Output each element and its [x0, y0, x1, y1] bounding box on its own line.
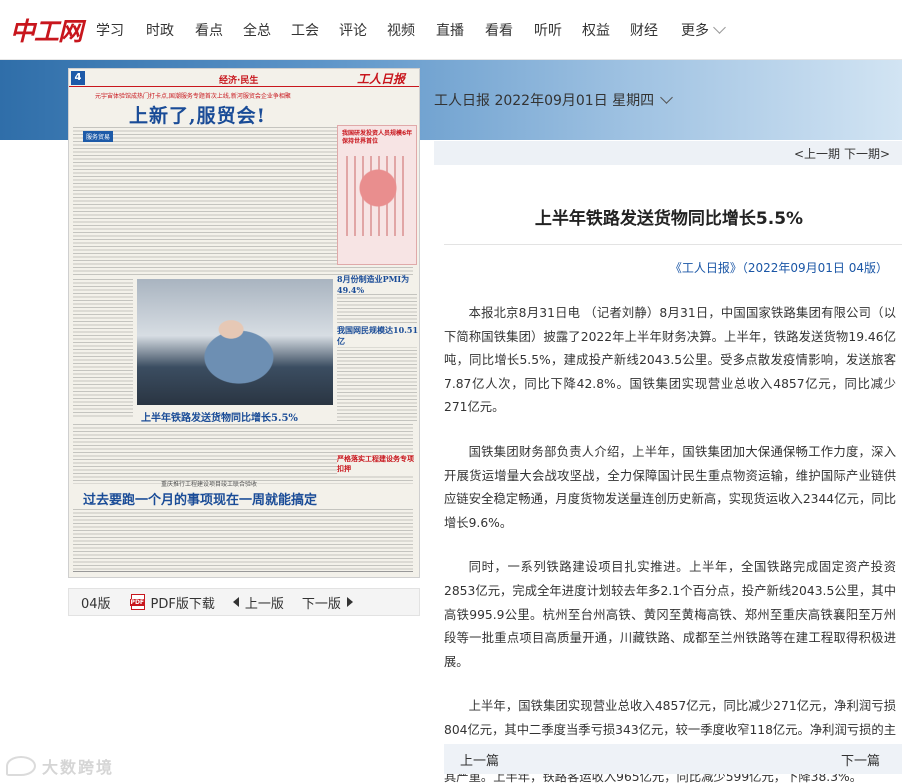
paper-bottom-columns — [73, 509, 413, 571]
article-divider — [444, 244, 902, 245]
nav-item-rights[interactable]: 权益 — [582, 20, 610, 40]
nav-item-highlights[interactable]: 看点 — [195, 20, 223, 40]
infobox-graphic — [346, 156, 410, 236]
watermark-text: 大数跨境 — [42, 758, 115, 777]
paper-subhead-pmi[interactable]: 8月份制造业PMI为49.4% — [337, 274, 419, 295]
next-issue-link[interactable]: 下一期> — [844, 145, 890, 162]
nav-item-politics[interactable]: 时政 — [146, 20, 174, 40]
paper-masthead: 工人日报 — [357, 72, 406, 86]
article-paragraph: 国铁集团财务部负责人介绍，上半年，国铁集团加大保通保畅工作力度，深入开展货运增量… — [444, 444, 896, 530]
next-page-label: 下一版 — [301, 596, 341, 612]
paper-footer-rule — [73, 571, 413, 572]
issue-nav: <上一期 下一期> — [434, 141, 902, 165]
pdf-download-label: PDF版下载 — [150, 596, 215, 612]
paper-subhead-strict[interactable]: 严格落实工程建设务专项扣押 — [337, 454, 419, 474]
prev-page-label: 上一版 — [244, 596, 284, 612]
paper-headline-bottom-kicker: 重庆推行工程建设项目竣工联合验收 — [161, 481, 258, 488]
paper-photo[interactable] — [137, 279, 333, 405]
article-source: 《工人日报》（2022年09月01日 04版） — [669, 261, 888, 275]
paper-headline-bottom[interactable]: 过去要跑一个月的事项现在一周就能搞定 — [83, 489, 317, 508]
nav-more-label: 更多 — [681, 23, 709, 39]
top-nav: 中工网 学习 时政 看点 全总 工会 评论 视频 直播 看看 听听 权益 财经 … — [0, 0, 902, 60]
paper-header: 4 经济·民生 工人日报 — [69, 69, 419, 87]
site-logo[interactable]: 中工网 — [10, 12, 83, 48]
paper-kicker: 元宇宙体验馆成热门打卡点,国潮服务专题首次上线,新河服贸会企业争相聚 — [95, 93, 291, 100]
nav-more-dropdown[interactable]: 更多 — [681, 20, 726, 40]
nav-item-watch[interactable]: 看看 — [485, 20, 513, 40]
chevron-down-icon — [660, 91, 674, 104]
article-nav: 上一篇 下一篇 — [444, 744, 902, 774]
article-paragraph: 同时，一系列铁路建设项目扎实推进。上半年，全国铁路完成固定资产投资2853亿元，… — [444, 560, 896, 669]
main-nav: 学习 时政 看点 全总 工会 评论 视频 直播 看看 听听 权益 财经 更多 — [96, 20, 726, 40]
infobox-title: 我国研发投资人员规模6年保持世界首位 — [342, 130, 413, 145]
pdf-download-button[interactable]: PDF版下载 — [129, 593, 215, 612]
watermark: 大数跨境 — [6, 754, 114, 778]
paper-section-title: 经济·民生 — [219, 76, 259, 86]
nav-item-video[interactable]: 视频 — [387, 20, 415, 40]
newspaper-page-image[interactable]: 4 经济·民生 工人日报 元宇宙体验馆成热门打卡点,国潮服务专题首次上线,新河服… — [68, 68, 420, 578]
prev-page-button[interactable]: 上一版 — [232, 593, 284, 612]
paper-headline-top[interactable]: 上新了,服贸会! — [129, 101, 266, 128]
prev-article-link[interactable]: 上一篇 — [460, 750, 499, 769]
nav-item-study[interactable]: 学习 — [96, 20, 124, 40]
paper-right-columns — [337, 294, 417, 422]
article-paragraph: 本报北京8月31日电 （记者刘静）8月31日，中国国家铁路集团有限公司（以下简称… — [444, 306, 896, 415]
article-body: 本报北京8月31日电 （记者刘静）8月31日，中国国家铁路集团有限公司（以下简称… — [444, 302, 896, 783]
watermark-logo-icon — [6, 756, 36, 776]
pdf-icon — [129, 594, 146, 610]
triangle-right-icon — [346, 597, 353, 607]
paper-tag-box: 服务贸易 — [83, 131, 114, 142]
nav-item-listen[interactable]: 听听 — [534, 20, 562, 40]
article-title: 上半年铁路发送货物同比增长5.5% — [534, 209, 804, 229]
nav-item-live[interactable]: 直播 — [436, 20, 464, 40]
triangle-left-icon — [232, 597, 239, 607]
nav-item-union[interactable]: 工会 — [291, 20, 319, 40]
nav-item-comment[interactable]: 评论 — [339, 20, 367, 40]
paper-page-number: 4 — [71, 71, 85, 85]
paper-controls: 04版 PDF版下载 上一版 下一版 — [68, 588, 420, 616]
paper-infobox: 我国研发投资人员规模6年保持世界首位 — [337, 125, 417, 265]
nav-item-acftu[interactable]: 全总 — [243, 20, 271, 40]
chevron-down-icon — [713, 21, 726, 34]
next-page-button[interactable]: 下一版 — [302, 593, 353, 612]
paper-side-columns — [73, 279, 133, 419]
nav-item-finance[interactable]: 财经 — [630, 20, 658, 40]
next-article-link[interactable]: 下一篇 — [841, 750, 880, 769]
paper-subhead-railway[interactable]: 上半年铁路发送货物同比增长5.5% — [141, 409, 298, 424]
prev-issue-link[interactable]: <上一期 — [794, 145, 840, 162]
paper-subhead-netizens[interactable]: 我国网民规模达10.51亿 — [337, 325, 419, 347]
edition-label: 工人日报 2022年09月01日 星期四 — [434, 93, 655, 109]
page-label: 04版 — [81, 596, 111, 612]
edition-selector[interactable]: 工人日报 2022年09月01日 星期四 — [434, 90, 674, 110]
